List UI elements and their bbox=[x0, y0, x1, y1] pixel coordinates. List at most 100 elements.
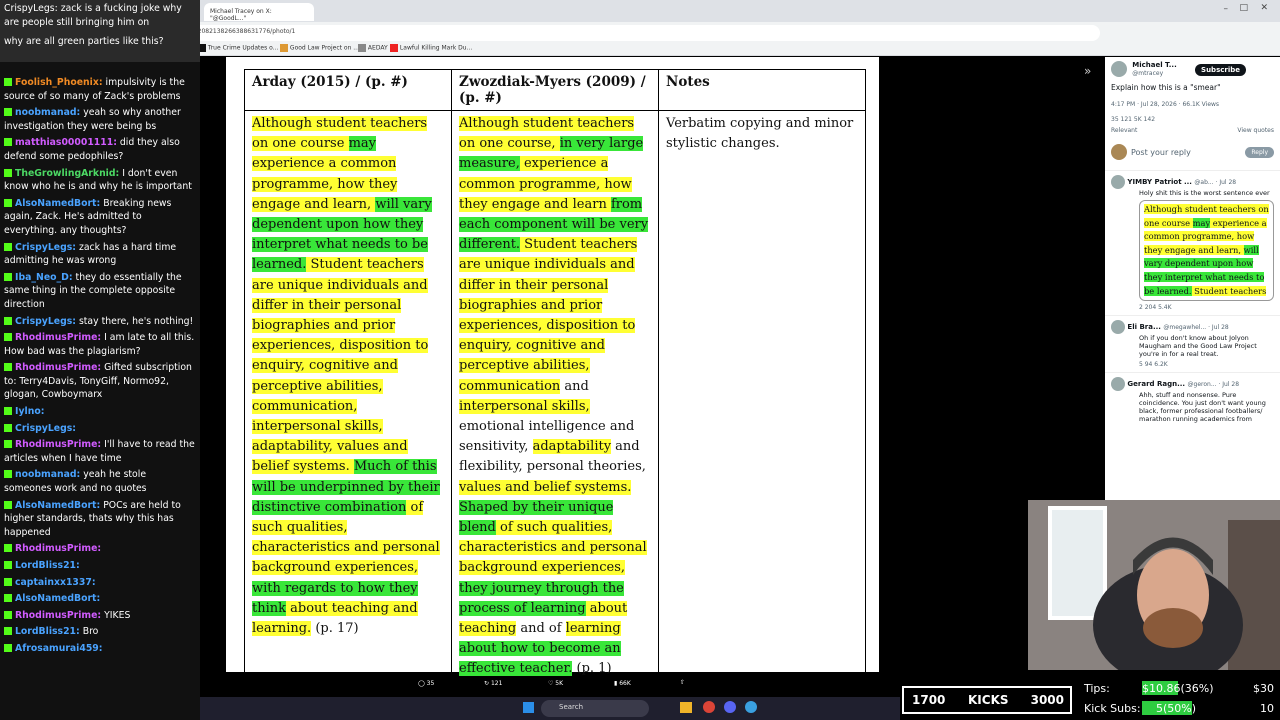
chrome-icon[interactable] bbox=[703, 701, 715, 713]
bookmark-1[interactable]: True Crime Updates o... bbox=[198, 44, 278, 54]
chat-username[interactable]: noobmanad: bbox=[15, 469, 80, 480]
browser-tab[interactable]: Michael Tracey on X: "@GoodL..." bbox=[204, 3, 314, 22]
author-handle[interactable]: @mtracey bbox=[1132, 70, 1163, 77]
reply-handle: @geron... · Jul 28 bbox=[1187, 381, 1240, 389]
site-icon bbox=[358, 44, 366, 52]
reply-handle: @ab... · Jul 28 bbox=[1194, 179, 1237, 186]
chat-message: AlsoNamedBort: POCs are held to higher s… bbox=[0, 499, 200, 540]
share-icon[interactable]: ⇧ bbox=[680, 679, 685, 686]
chat-header-line: CrispyLegs: zack is a fucking joke why a… bbox=[4, 3, 182, 28]
column-header-arday: Arday (2015) / (p. #) bbox=[244, 69, 452, 111]
subscribe-button[interactable]: Subscribe bbox=[1195, 64, 1246, 76]
reply-author[interactable]: YIMBY Patriot ... bbox=[1125, 178, 1194, 186]
bookmark-4[interactable]: Lawful Killing Mark Du... bbox=[390, 44, 472, 54]
chat-username[interactable]: CrispyLegs: bbox=[15, 316, 76, 327]
chat-username[interactable]: Afrosamurai459: bbox=[15, 643, 103, 654]
chat-message: RhodimusPrime: I'll have to read the art… bbox=[0, 438, 200, 465]
reply-handle: @megawhel... · Jul 28 bbox=[1163, 324, 1229, 332]
minimize-icon[interactable]: – bbox=[1224, 4, 1229, 14]
repost-count[interactable]: ↻ 121 bbox=[484, 680, 502, 687]
like-count[interactable]: ♡ 5K bbox=[548, 680, 563, 687]
kick-badge-icon bbox=[4, 168, 12, 177]
reply-author[interactable]: Eli Bra... bbox=[1125, 323, 1163, 331]
chat-username[interactable]: RhodimusPrime: bbox=[15, 439, 101, 450]
reply-item[interactable]: YIMBY Patriot ... @ab... · Jul 28 Holy sh… bbox=[1105, 170, 1280, 315]
chat-username[interactable]: Foolish_Phoenix: bbox=[15, 77, 103, 88]
reply-image-quote[interactable]: Although student teachers on one course … bbox=[1139, 200, 1274, 302]
author-name[interactable]: Michael T... bbox=[1132, 61, 1177, 69]
kick-badge-icon bbox=[4, 627, 12, 636]
arday-text-segment: (p. 17) bbox=[311, 621, 359, 637]
arday-text-segment: Student teachers are unique individuals … bbox=[252, 257, 429, 475]
avatar bbox=[1111, 144, 1127, 160]
chat-username[interactable]: LordBliss21: bbox=[15, 626, 80, 637]
view-quotes-link[interactable]: View quotes bbox=[1237, 127, 1274, 134]
photo-action-bar: ◯ 35 ↻ 121 ♡ 5K ▮ 66K ⇧ bbox=[400, 676, 710, 692]
avatar[interactable] bbox=[1111, 175, 1125, 189]
close-icon[interactable]: ✕ bbox=[1260, 3, 1268, 13]
app-icon[interactable] bbox=[745, 701, 757, 713]
chat-username[interactable]: CrispyLegs: bbox=[15, 242, 76, 253]
zwozdiak-text-segment: Student teachers are unique individuals … bbox=[459, 237, 638, 394]
avatar[interactable] bbox=[1111, 61, 1127, 77]
chat-username[interactable]: RhodimusPrime: bbox=[15, 332, 101, 343]
reply-item[interactable]: Eli Bra... @megawhel... · Jul 28 Oh if yo… bbox=[1105, 315, 1280, 372]
reply-input[interactable]: Post your reply bbox=[1131, 148, 1241, 157]
chat-username[interactable]: RhodimusPrime: bbox=[15, 610, 101, 621]
reply-item[interactable]: Gerard Ragn... @geron... · Jul 28 Ahh, st… bbox=[1105, 372, 1280, 427]
kick-badge-icon bbox=[4, 242, 12, 251]
column-header-zwozdiak: Zwozdiak-Myers (2009) / (p. #) bbox=[451, 69, 659, 111]
discord-icon[interactable] bbox=[724, 701, 736, 713]
zwozdiak-text-segment: and of bbox=[516, 621, 566, 637]
chat-username[interactable]: CrispyLegs: bbox=[15, 423, 76, 434]
taskbar-search[interactable]: Search bbox=[541, 700, 649, 717]
chat-message: CrispyLegs: stay there, he's nothing! bbox=[0, 315, 200, 329]
chat-username[interactable]: TheGrowlingArknid: bbox=[15, 168, 119, 179]
column-header-notes: Notes bbox=[658, 69, 866, 111]
avatar[interactable] bbox=[1111, 377, 1125, 392]
chat-message: Iylno: bbox=[0, 405, 200, 419]
bookmark-2[interactable]: Good Law Project on ... bbox=[280, 44, 359, 54]
reply-header: Gerard Ragn... @geron... · Jul 28 bbox=[1111, 377, 1274, 392]
chat-username[interactable]: matthias00001111: bbox=[15, 137, 117, 148]
tips-value: $10.86(36%) bbox=[1142, 682, 1214, 695]
reply-button[interactable]: Reply bbox=[1245, 146, 1274, 158]
reply-count[interactable]: ◯ 35 bbox=[418, 680, 434, 687]
avatar[interactable] bbox=[1111, 320, 1125, 335]
kick-badge-icon bbox=[4, 544, 12, 553]
kick-badge-icon bbox=[4, 594, 12, 603]
kick-badge-icon bbox=[4, 577, 12, 586]
kick-badge-icon bbox=[4, 333, 12, 342]
bookmark-3[interactable]: AEDAY bbox=[358, 44, 388, 54]
chat-username[interactable]: AlsoNamedBort: bbox=[15, 500, 100, 511]
collapse-panel-icon[interactable]: » bbox=[1084, 64, 1091, 78]
view-count[interactable]: ▮ 66K bbox=[614, 680, 631, 687]
chat-username[interactable]: Iylno: bbox=[15, 406, 44, 417]
chat-username[interactable]: AlsoNamedBort: bbox=[15, 198, 100, 209]
arday-text-segment: Although student teachers on one course bbox=[252, 116, 428, 152]
relevant-dropdown[interactable]: Relevant bbox=[1111, 127, 1137, 134]
windows-start-icon[interactable] bbox=[523, 702, 534, 713]
chat-message: noobmanad: yeah so why another investiga… bbox=[0, 106, 200, 133]
zwozdiak-text-segment: (p. 1) bbox=[572, 661, 612, 677]
tweet-sidebar: Michael T... @mtracey Subscribe Explain … bbox=[1105, 57, 1280, 500]
chat-message: Iba_Neo_D: they do essentially the same … bbox=[0, 271, 200, 312]
chat-username[interactable]: captainxx1337: bbox=[15, 577, 96, 588]
chat-username[interactable]: RhodimusPrime: bbox=[15, 543, 101, 554]
chat-username[interactable]: RhodimusPrime: bbox=[15, 362, 101, 373]
reply-author[interactable]: Gerard Ragn... bbox=[1125, 380, 1188, 388]
maximize-icon[interactable]: □ bbox=[1239, 3, 1248, 13]
reply-header: Eli Bra... @megawhel... · Jul 28 bbox=[1111, 320, 1274, 335]
chat-username[interactable]: Iba_Neo_D: bbox=[15, 272, 73, 283]
chat-username[interactable]: AlsoNamedBort: bbox=[15, 593, 100, 604]
document-image: Arday (2015) / (p. #) Zwozdiak-Myers (20… bbox=[226, 57, 879, 684]
chat-text: Bro bbox=[79, 626, 99, 638]
reply-header: YIMBY Patriot ... @ab... · Jul 28 bbox=[1111, 175, 1274, 189]
notes-cell: Verbatim copying and minor stylistic cha… bbox=[658, 110, 866, 684]
file-explorer-icon[interactable] bbox=[680, 702, 692, 713]
address-bar[interactable]: x.com/mtracey/status/2082138266388631776… bbox=[120, 25, 1100, 41]
chat-username[interactable]: noobmanad: bbox=[15, 107, 80, 118]
kick-badge-icon bbox=[4, 407, 12, 416]
arday-text-segment: may bbox=[348, 136, 376, 152]
chat-username[interactable]: LordBliss21: bbox=[15, 560, 80, 571]
